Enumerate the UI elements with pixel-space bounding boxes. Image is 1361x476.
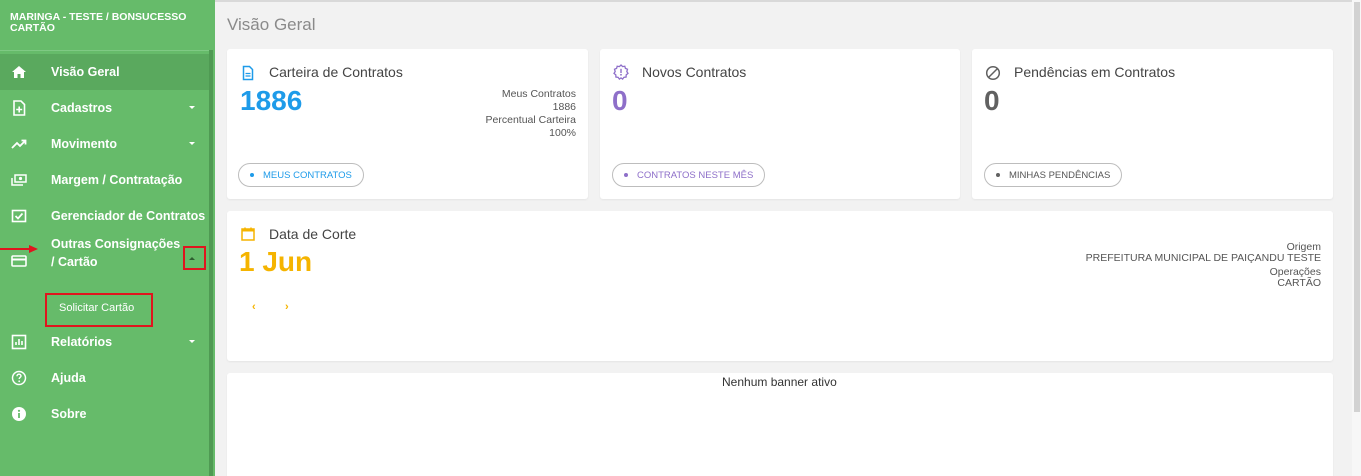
document-icon <box>240 65 256 81</box>
banner-message: Nenhum banner ativo <box>722 375 837 389</box>
bullet-icon <box>624 173 628 177</box>
meta-value: 1886 <box>552 101 576 113</box>
sidebar-item-ajuda[interactable]: Ajuda <box>0 360 209 396</box>
credit-card-icon <box>11 253 27 269</box>
chevron-down-icon <box>186 137 198 149</box>
carteira-meta: Meus Contratos 1886 Percentual Carteira … <box>486 88 576 140</box>
corte-meta: Origem PREFEITURA MUNICIPAL DE PAIÇANDU … <box>1086 242 1321 289</box>
card-title: Novos Contratos <box>642 64 747 80</box>
pendencias-count: 0 <box>984 85 1000 116</box>
button-label: MEUS CONTRATOS <box>263 169 352 181</box>
page-title: Visão Geral <box>227 15 316 34</box>
sidebar-item-sobre[interactable]: Sobre <box>0 396 209 432</box>
sidebar-item-label: Outras Consignações / Cartão <box>51 237 181 269</box>
sidebar-item-label: Ajuda <box>51 371 86 385</box>
sidebar-item-label: Gerenciador de Contratos <box>51 209 206 223</box>
meta-value: 100% <box>549 127 576 139</box>
button-label: MINHAS PENDÊNCIAS <box>1009 169 1111 181</box>
home-icon <box>11 64 27 80</box>
meta-label: Percentual Carteira <box>485 114 576 126</box>
card-carteira-contratos: Carteira de Contratos 1886 Meus Contrato… <box>227 49 588 199</box>
meta-label: Meus Contratos <box>501 88 576 100</box>
trending-up-icon <box>11 136 27 152</box>
sidebar-item-gerenciador-contratos[interactable]: Gerenciador de Contratos <box>0 198 209 234</box>
meta-value: CARTÃO <box>1277 277 1321 289</box>
contratos-neste-mes-button[interactable]: CONTRATOS NESTE MÊS <box>612 163 766 187</box>
chevron-right-icon[interactable]: › <box>285 301 289 313</box>
button-label: CONTRATOS NESTE MÊS <box>637 169 754 181</box>
card-title: Data de Corte <box>269 226 357 242</box>
chevron-left-icon[interactable]: ‹ <box>252 301 256 313</box>
sidebar-item-label: Margem / Contratação <box>51 173 183 187</box>
sidebar-item-margem-contratacao[interactable]: Margem / Contratação <box>0 162 209 198</box>
calendar-icon <box>240 226 256 242</box>
meus-contratos-button[interactable]: MEUS CONTRATOS <box>238 163 364 187</box>
carteira-count: 1886 <box>240 85 303 116</box>
meta-value: PREFEITURA MUNICIPAL DE PAIÇANDU TESTE <box>1085 252 1321 264</box>
checklist-icon <box>11 208 27 224</box>
sidebar-item-visao-geral[interactable]: Visão Geral <box>0 54 209 90</box>
info-icon <box>11 406 27 422</box>
page-scrollbar-thumb[interactable] <box>1354 2 1360 412</box>
novos-count: 0 <box>612 85 628 116</box>
new-badge-icon <box>613 64 629 80</box>
sidebar-subitem-label: Solicitar Cartão <box>59 302 135 314</box>
sidebar-item-label: Relatórios <box>51 335 113 349</box>
card-pendencias-contratos: Pendências em Contratos 0 MINHAS PENDÊNC… <box>972 49 1333 199</box>
sidebar-scrollbar[interactable] <box>209 50 213 476</box>
sidebar-item-label: Cadastros <box>51 101 113 115</box>
sidebar-item-cadastros[interactable]: Cadastros <box>0 90 209 126</box>
bar-chart-icon <box>11 334 27 350</box>
help-circle-icon <box>11 370 27 386</box>
sidebar-item-label: Sobre <box>51 407 87 421</box>
block-icon <box>985 65 1001 81</box>
sidebar: MARINGA - TESTE / BONSUCESSO CARTÃO Visã… <box>0 0 215 476</box>
top-border <box>215 0 1361 2</box>
sidebar-item-relatorios[interactable]: Relatórios <box>0 324 209 360</box>
org-name: MARINGA - TESTE / BONSUCESSO CARTÃO <box>10 11 187 34</box>
sidebar-item-label: Visão Geral <box>51 65 120 79</box>
minhas-pendencias-button[interactable]: MINHAS PENDÊNCIAS <box>984 163 1123 187</box>
bullet-icon <box>996 173 1000 177</box>
add-document-icon <box>11 100 27 116</box>
sidebar-subitem-solicitar-cartao[interactable]: Solicitar Cartão <box>45 293 153 327</box>
sidebar-item-label: Movimento <box>51 137 117 151</box>
chevron-down-icon <box>186 101 198 113</box>
card-data-corte: Data de Corte 1 Jun Origem PREFEITURA MU… <box>227 211 1333 361</box>
card-title: Carteira de Contratos <box>269 64 403 80</box>
chevron-up-icon <box>189 257 195 260</box>
card-title: Pendências em Contratos <box>1014 64 1176 80</box>
bullet-icon <box>250 173 254 177</box>
header-divider <box>0 50 209 51</box>
chevron-down-icon <box>186 335 198 347</box>
data-corte-value: 1 Jun <box>239 246 313 277</box>
sidebar-item-movimento[interactable]: Movimento <box>0 126 209 162</box>
money-icon <box>11 172 27 188</box>
sidebar-item-outras-consignacoes[interactable]: Outras Consignações / Cartão <box>0 234 209 288</box>
red-arrow-annotation <box>0 245 38 253</box>
card-novos-contratos: Novos Contratos 0 CONTRATOS NESTE MÊS <box>600 49 960 199</box>
